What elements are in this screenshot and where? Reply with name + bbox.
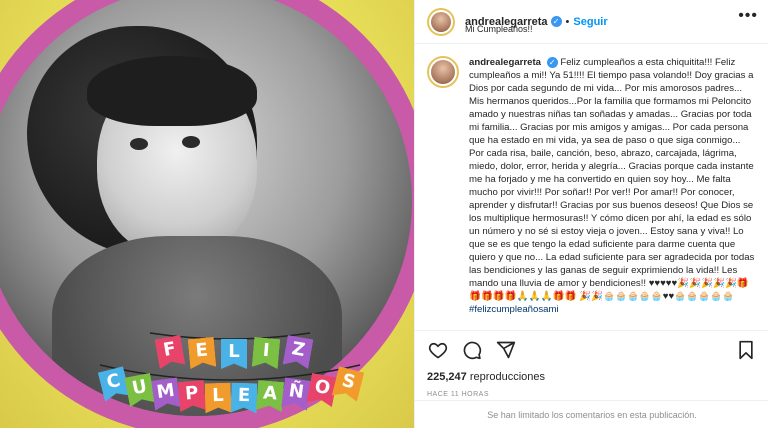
heart-icon[interactable]: [427, 339, 449, 361]
post-header: andrealegarreta ✓ • Seguir Mi Cumpleaños…: [415, 0, 768, 44]
avatar[interactable]: [427, 7, 455, 36]
comments-limited-notice: Se han limitado los comentarios en esta …: [415, 400, 768, 428]
actions-bar: 225,247 reproducciones HACE 11 HORAS: [415, 330, 768, 398]
verified-badge-icon: ✓: [546, 57, 558, 68]
comment-icon[interactable]: [461, 339, 483, 361]
follow-button[interactable]: Seguir: [573, 16, 607, 28]
caption-username[interactable]: andrealegarreta: [469, 57, 541, 68]
bookmark-icon[interactable]: [735, 339, 757, 361]
separator: •: [565, 15, 570, 28]
post-sidebar: andrealegarreta ✓ • Seguir Mi Cumpleaños…: [414, 0, 768, 428]
post-subtitle: Mi Cumpleaños!!: [465, 24, 533, 34]
verified-badge-icon: ✓: [550, 16, 562, 27]
caption: andrealegarreta ✓ Feliz cumpleaños a est…: [415, 44, 768, 327]
caption-avatar[interactable]: [427, 56, 459, 88]
share-icon[interactable]: [495, 339, 517, 361]
feliz-cumpleanos-banner: FELIZCUMPLEAÑOS: [95, 325, 365, 415]
post-media[interactable]: FELIZCUMPLEAÑOS: [0, 0, 414, 428]
views-count[interactable]: 225,247 reproducciones: [427, 371, 757, 383]
post: FELIZCUMPLEAÑOS andrealegarreta ✓ • Segu…: [0, 0, 768, 428]
timestamp[interactable]: HACE 11 HORAS: [427, 391, 757, 398]
more-horizontal-icon[interactable]: •••: [738, 8, 758, 24]
caption-body: Feliz cumpleaños a esta chiquitita!!! Fe…: [469, 57, 755, 302]
caption-text: andrealegarreta ✓ Feliz cumpleaños a est…: [469, 56, 756, 327]
hashtag-link[interactable]: #felizcumpleañosami: [469, 304, 559, 315]
